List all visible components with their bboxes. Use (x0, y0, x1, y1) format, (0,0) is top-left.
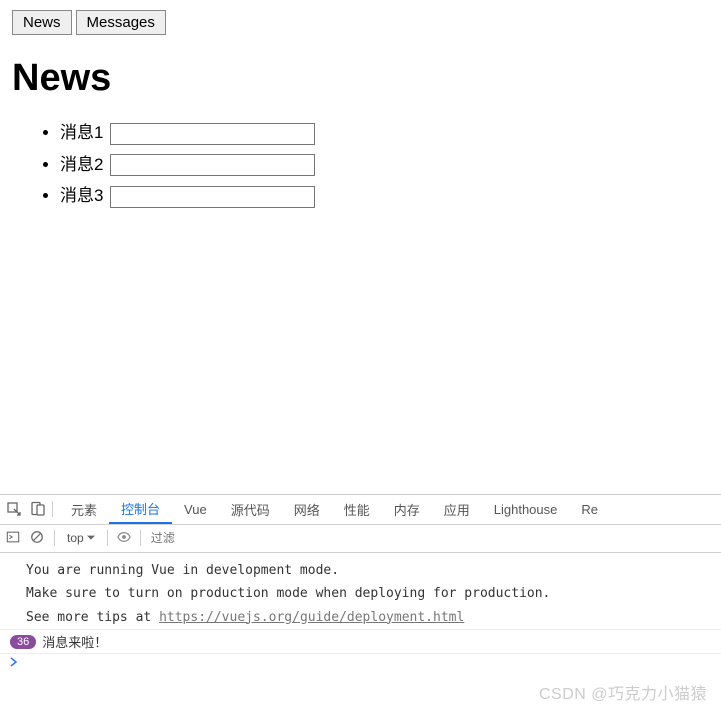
deployment-link[interactable]: https://vuejs.org/guide/deployment.html (159, 610, 464, 625)
console-line: See more tips at https://vuejs.org/guide… (0, 606, 721, 630)
list-item: 消息2 (60, 150, 709, 177)
chevron-right-icon (10, 657, 18, 667)
sidebar-toggle-icon[interactable] (6, 530, 22, 546)
nav-buttons: News Messages (12, 10, 709, 35)
console-text: See more tips at (26, 610, 159, 625)
count-badge: 36 (10, 635, 36, 649)
tab-performance[interactable]: 性能 (332, 495, 382, 524)
message-label: 消息3 (60, 186, 103, 205)
watermark: CSDN @巧克力小猫猿 (539, 680, 707, 704)
page-content: News Messages News 消息1 消息2 消息3 (0, 0, 721, 223)
log-message: 消息来啦！ (42, 632, 107, 651)
tab-lighthouse[interactable]: Lighthouse (482, 495, 570, 524)
tab-network[interactable]: 网络 (282, 495, 332, 524)
device-toggle-icon[interactable] (30, 501, 46, 517)
inspect-icon[interactable] (6, 501, 22, 517)
news-button[interactable]: News (12, 10, 72, 35)
tab-console[interactable]: 控制台 (109, 495, 172, 524)
filter-input[interactable] (149, 530, 715, 546)
console-log-row: 36 消息来啦！ (0, 629, 721, 653)
page-title: News (12, 57, 709, 100)
chevron-down-icon (87, 535, 95, 541)
console-line: You are running Vue in development mode. (0, 559, 721, 583)
devtools-tabs: 元素 控制台 Vue 源代码 网络 性能 内存 应用 Lighthouse Re (0, 495, 721, 525)
tab-elements[interactable]: 元素 (59, 495, 109, 524)
context-label: top (67, 531, 84, 545)
eye-icon[interactable] (116, 530, 132, 546)
tab-memory[interactable]: 内存 (382, 495, 432, 524)
tab-more[interactable]: Re (569, 495, 610, 524)
console-output: You are running Vue in development mode.… (0, 553, 721, 675)
console-line: Make sure to turn on production mode whe… (0, 582, 721, 606)
message-input-2[interactable] (110, 154, 315, 176)
list-item: 消息1 (60, 118, 709, 145)
clear-console-icon[interactable] (30, 530, 46, 546)
list-item: 消息3 (60, 181, 709, 208)
tab-sources[interactable]: 源代码 (219, 495, 282, 524)
message-list: 消息1 消息2 消息3 (12, 118, 709, 208)
tab-vue[interactable]: Vue (172, 495, 219, 524)
message-input-3[interactable] (110, 186, 315, 208)
message-label: 消息2 (60, 155, 103, 174)
devtools-panel: 元素 控制台 Vue 源代码 网络 性能 内存 应用 Lighthouse Re… (0, 494, 721, 675)
console-prompt[interactable] (0, 653, 721, 670)
context-dropdown[interactable]: top (63, 531, 99, 545)
console-toolbar: top (0, 525, 721, 553)
message-label: 消息1 (60, 123, 103, 142)
tab-application[interactable]: 应用 (432, 495, 482, 524)
messages-button[interactable]: Messages (76, 10, 166, 35)
message-input-1[interactable] (110, 123, 315, 145)
